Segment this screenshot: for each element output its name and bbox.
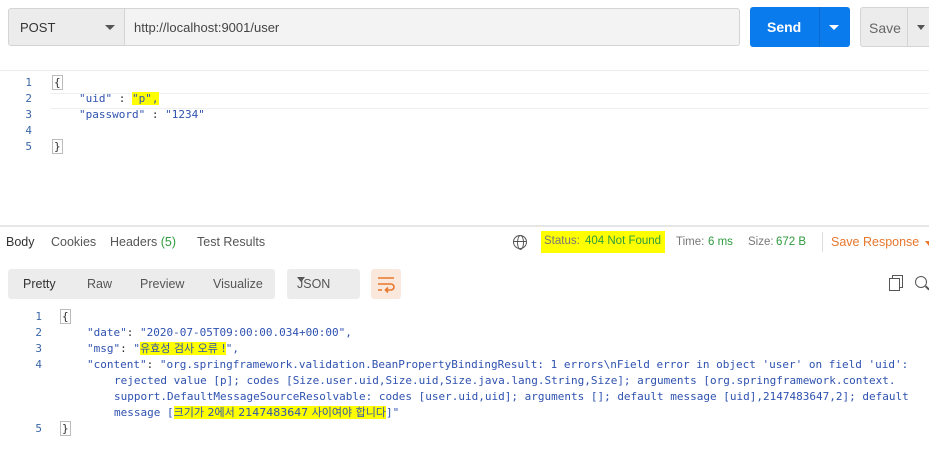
tab-body[interactable]: Body	[6, 235, 35, 249]
tab-headers-count: (5)	[160, 235, 177, 249]
json-quote: "	[133, 342, 140, 355]
wrap-icon	[378, 277, 395, 294]
tab-cookies[interactable]: Cookies	[51, 235, 96, 249]
code-line: }	[60, 421, 71, 437]
search-icon[interactable]	[915, 276, 927, 288]
view-raw[interactable]: Raw	[87, 277, 112, 291]
method-label: POST	[20, 20, 56, 35]
json-value: ]"	[386, 406, 400, 419]
json-key: "date"	[87, 326, 127, 339]
close-brace: }	[52, 139, 63, 154]
status-badge: Status: 404 Not Found	[541, 231, 665, 253]
json-separator: :	[145, 108, 166, 121]
open-brace: {	[60, 309, 71, 324]
send-button[interactable]: Send	[750, 7, 850, 47]
message-highlighted: 크기가 2에서 2147483647 사이여야 합니다	[173, 406, 387, 419]
code-line: }	[52, 139, 63, 155]
view-preview[interactable]: Preview	[140, 277, 184, 291]
json-key: "msg"	[87, 342, 121, 355]
url-input[interactable]: http://localhost:9001/user	[124, 8, 740, 46]
msg-highlighted: 유효성 검사 오류 !	[140, 342, 226, 355]
status-label: Status:	[544, 235, 580, 247]
json-key: "uid"	[79, 92, 113, 105]
request-bar: POST http://localhost:9001/user Send Sav…	[0, 0, 929, 56]
send-options-chevron-icon[interactable]	[829, 25, 839, 30]
response-view-toolbar: Pretty Raw Preview Visualize	[8, 269, 275, 299]
copy-icon[interactable]	[889, 275, 903, 291]
url-text: http://localhost:9001/user	[134, 20, 280, 35]
json-value: message [	[114, 406, 174, 419]
json-value: "1234"	[165, 108, 205, 121]
tab-headers[interactable]: Headers (5)	[110, 235, 176, 249]
send-divider	[819, 7, 820, 47]
json-key: "content"	[87, 358, 147, 371]
save-divider	[907, 8, 908, 46]
json-value: "org.springframework.validation.BeanProp…	[159, 358, 909, 371]
request-body-editor[interactable]: 1 2 3 4 5 { "uid" : "p", "password" : "1…	[0, 70, 929, 225]
code-line-date: "date": "2020-07-05T09:00:00.034+00:00",	[87, 326, 352, 339]
globe-icon[interactable]	[513, 235, 527, 250]
code-line-uid: "uid" : "p",	[79, 91, 159, 107]
code-line-content: "content": "org.springframework.validati…	[87, 358, 909, 371]
code-line-wrapped: rejected value [p]; codes [Size.user.uid…	[114, 374, 896, 387]
response-tabs: Body Cookies Headers (5) Test Results St…	[0, 229, 929, 257]
save-response-button[interactable]: Save Response	[831, 235, 919, 249]
send-label: Send	[767, 19, 802, 35]
chevron-down-icon	[105, 25, 115, 30]
line-number: 4	[35, 358, 42, 371]
line-number: 5	[35, 422, 42, 435]
line-number: 1	[25, 76, 32, 89]
line-number: 3	[35, 342, 42, 355]
view-pretty[interactable]: Pretty	[23, 277, 56, 291]
close-brace: }	[60, 421, 71, 436]
line-number: 2	[25, 92, 32, 105]
open-brace: {	[52, 75, 63, 90]
divider	[822, 232, 823, 252]
tab-test-results[interactable]: Test Results	[197, 235, 265, 249]
line-number: 4	[25, 124, 32, 137]
chevron-down-icon	[297, 277, 305, 282]
size-value: 672 B	[776, 236, 807, 248]
code-line-wrapped: message [크기가 2에서 2147483647 사이여야 합니다]"	[114, 405, 399, 421]
code-line-password: "password" : "1234"	[79, 107, 205, 123]
view-visualize[interactable]: Visualize	[213, 277, 263, 291]
code-line: {	[60, 309, 71, 325]
method-select[interactable]: POST	[8, 8, 124, 46]
line-number: 2	[35, 326, 42, 339]
time-value: 6 ms	[708, 236, 733, 248]
line-number: 3	[25, 108, 32, 121]
format-select[interactable]: JSON	[287, 269, 360, 299]
response-body-viewer: 1 2 3 4 5 { "date": "2020-07-05T09:00:00…	[0, 307, 929, 449]
tab-headers-label: Headers	[110, 235, 158, 249]
line-number: 5	[25, 140, 32, 153]
save-label: Save	[869, 20, 901, 36]
json-value-highlighted: "p",	[132, 92, 159, 105]
pane-divider[interactable]	[0, 225, 929, 227]
code-line-wrapped: support.DefaultMessageSourceResolvable: …	[114, 390, 909, 403]
chevron-down-icon[interactable]	[925, 241, 929, 246]
code-line: {	[52, 75, 63, 91]
wrap-lines-button[interactable]	[371, 269, 401, 299]
line-number: 1	[35, 310, 42, 323]
json-value: "2020-07-05T09:00:00.034+00:00",	[140, 326, 352, 339]
json-key: "password"	[79, 108, 146, 121]
status-value: 404 Not Found	[585, 235, 662, 247]
json-separator: :	[112, 92, 132, 105]
code-line-msg: "msg": "유효성 검사 오류 !",	[87, 342, 239, 355]
save-button[interactable]: Save	[860, 7, 929, 47]
time-label: Time:	[676, 236, 705, 248]
json-quote: ",	[225, 342, 239, 355]
save-options-chevron-icon[interactable]	[917, 25, 925, 30]
size-label: Size:	[748, 236, 774, 248]
